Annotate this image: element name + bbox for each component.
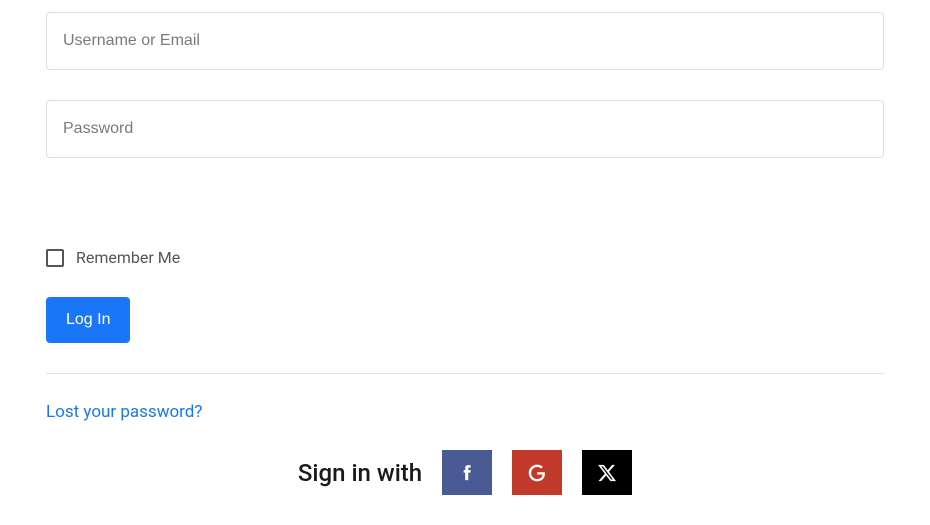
remember-row: Remember Me [46,248,884,267]
google-signin-button[interactable] [512,450,562,495]
x-signin-button[interactable] [582,450,632,495]
username-input[interactable] [46,12,884,70]
password-input[interactable] [46,100,884,158]
google-icon [527,463,547,483]
login-button[interactable]: Log In [46,297,130,343]
remember-checkbox[interactable] [46,249,64,267]
facebook-icon [457,463,477,483]
login-form: Remember Me Log In Lost your password? S… [0,0,930,495]
social-buttons [442,450,632,495]
social-signin-row: Sign in with [46,450,884,495]
remember-label: Remember Me [76,248,180,267]
social-signin-label: Sign in with [298,459,422,487]
facebook-signin-button[interactable] [442,450,492,495]
divider [46,373,884,374]
x-icon [597,463,617,483]
lost-password-link[interactable]: Lost your password? [46,402,202,422]
